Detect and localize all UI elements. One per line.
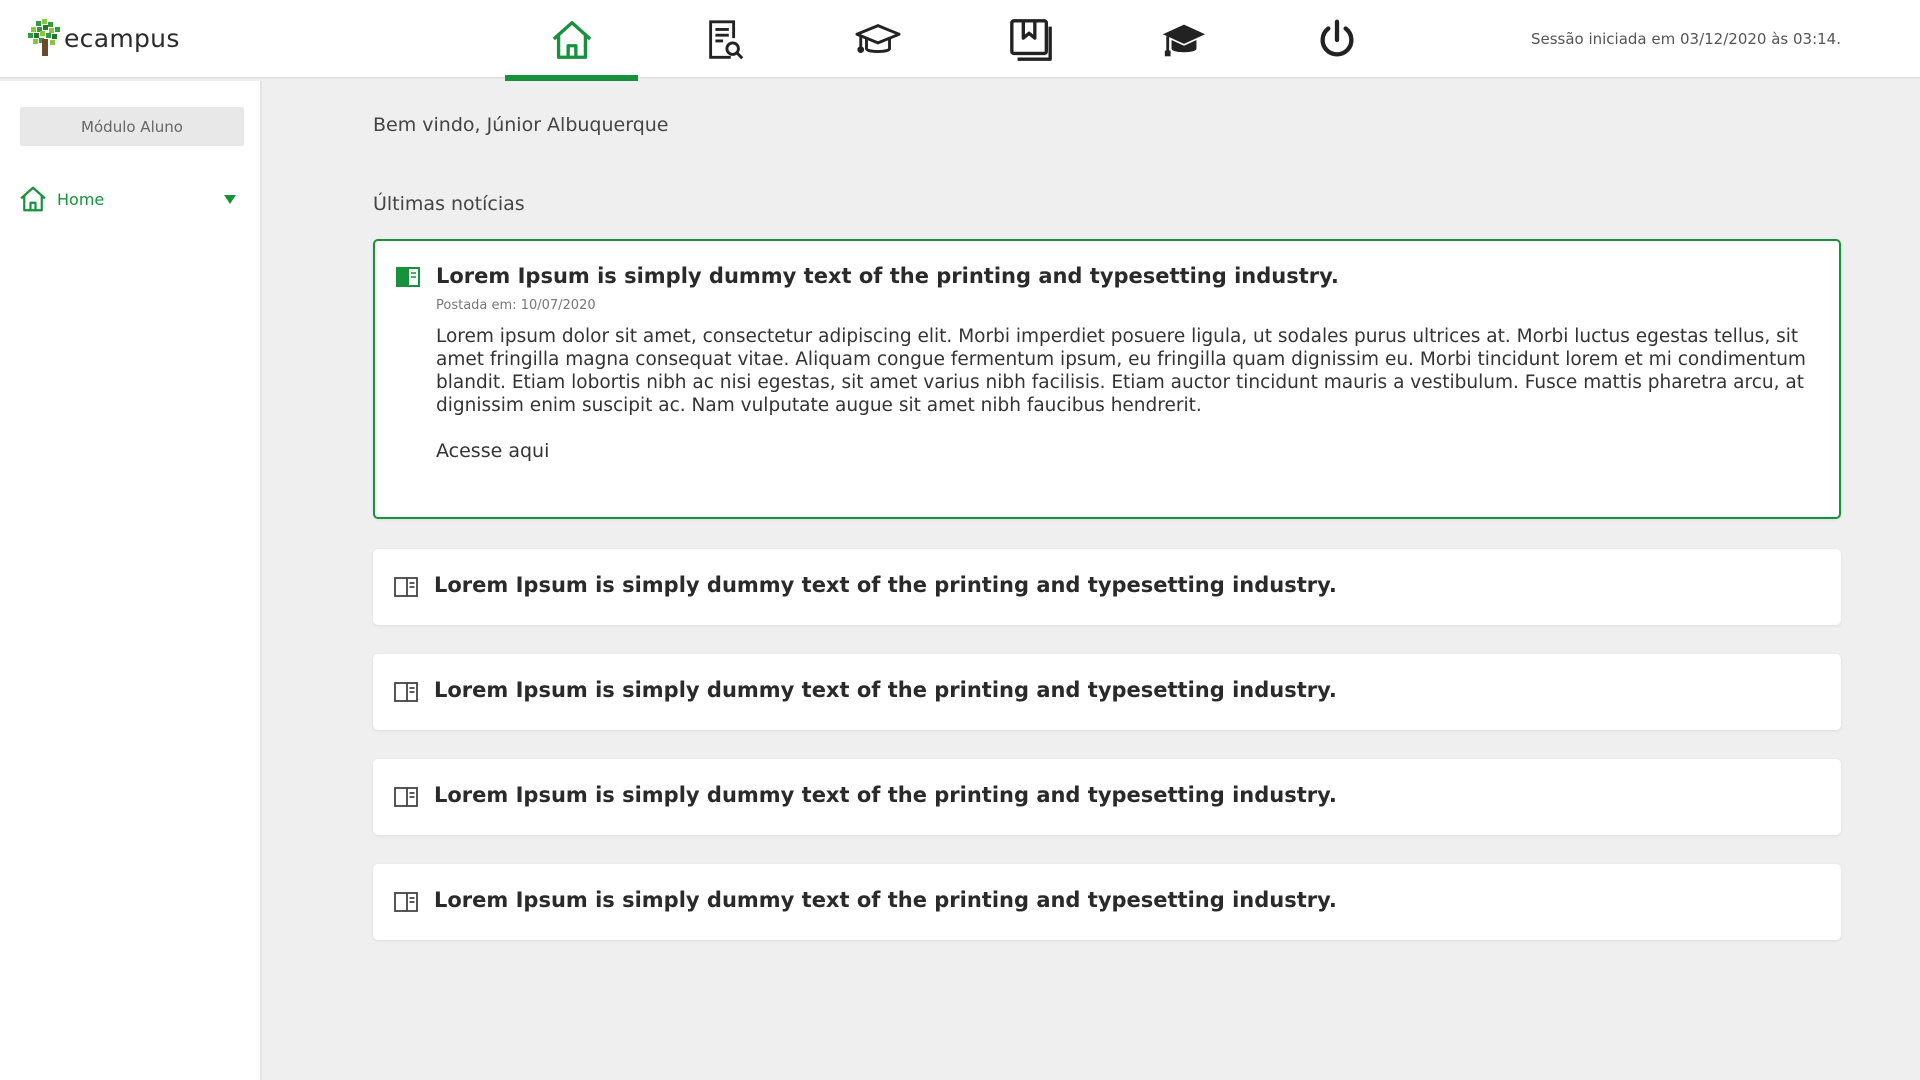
home-icon bbox=[552, 20, 591, 59]
news-title[interactable]: Lorem Ipsum is simply dummy text of the … bbox=[434, 888, 1337, 912]
home-icon bbox=[20, 186, 46, 212]
welcome-message: Bem vindo, Júnior Albuquerque bbox=[373, 114, 669, 136]
news-icon bbox=[394, 682, 418, 702]
sidebar-item-home[interactable]: Home bbox=[18, 183, 242, 215]
news-card-expanded[interactable]: Lorem Ipsum is simply dummy text of the … bbox=[373, 239, 1841, 519]
session-info: Sessão iniciada em 03/12/2020 às 03:14. bbox=[1530, 30, 1841, 48]
graduation-cap-outline-icon bbox=[854, 23, 901, 53]
nav-library[interactable] bbox=[964, 0, 1097, 79]
news-section-title: Últimas notícias bbox=[373, 193, 525, 215]
app-name: ecampus bbox=[64, 23, 180, 53]
chevron-down-icon[interactable] bbox=[224, 195, 236, 204]
sidebar: Módulo Aluno Home bbox=[0, 81, 262, 1080]
bookmark-book-icon bbox=[1009, 18, 1052, 61]
news-card[interactable]: Lorem Ipsum is simply dummy text of the … bbox=[373, 654, 1841, 730]
nav-documents[interactable] bbox=[658, 0, 791, 79]
graduation-cap-solid-icon bbox=[1162, 24, 1205, 56]
news-card[interactable]: Lorem Ipsum is simply dummy text of the … bbox=[373, 759, 1841, 835]
nav-courses[interactable] bbox=[811, 0, 944, 79]
sidebar-item-label: Home bbox=[57, 189, 105, 209]
news-title[interactable]: Lorem Ipsum is simply dummy text of the … bbox=[434, 783, 1337, 807]
news-date: Postada em: 10/07/2020 bbox=[436, 298, 596, 313]
news-title[interactable]: Lorem Ipsum is simply dummy text of the … bbox=[434, 678, 1337, 702]
nav-academic[interactable] bbox=[1117, 0, 1250, 79]
news-title[interactable]: Lorem Ipsum is simply dummy text of the … bbox=[434, 573, 1337, 597]
news-icon bbox=[394, 892, 418, 912]
main-nav bbox=[505, 0, 1423, 81]
document-search-icon bbox=[708, 19, 743, 59]
module-button[interactable]: Módulo Aluno bbox=[20, 107, 244, 146]
nav-home[interactable] bbox=[505, 0, 638, 81]
news-icon bbox=[394, 787, 418, 807]
top-bar: ecampus Sessão iniciada em 03/12/2020 às… bbox=[0, 0, 1920, 81]
news-card[interactable]: Lorem Ipsum is simply dummy text of the … bbox=[373, 549, 1841, 625]
news-icon bbox=[396, 267, 420, 287]
news-icon bbox=[394, 577, 418, 597]
news-body: Lorem ipsum dolor sit amet, consectetur … bbox=[436, 326, 1806, 416]
news-title[interactable]: Lorem Ipsum is simply dummy text of the … bbox=[436, 264, 1339, 288]
ecampus-logo[interactable]: ecampus bbox=[28, 18, 180, 58]
news-link[interactable]: Acesse aqui bbox=[436, 440, 549, 462]
news-card[interactable]: Lorem Ipsum is simply dummy text of the … bbox=[373, 864, 1841, 940]
power-icon bbox=[1319, 19, 1354, 56]
tree-logo-icon bbox=[28, 19, 60, 56]
nav-logout[interactable] bbox=[1270, 0, 1403, 79]
